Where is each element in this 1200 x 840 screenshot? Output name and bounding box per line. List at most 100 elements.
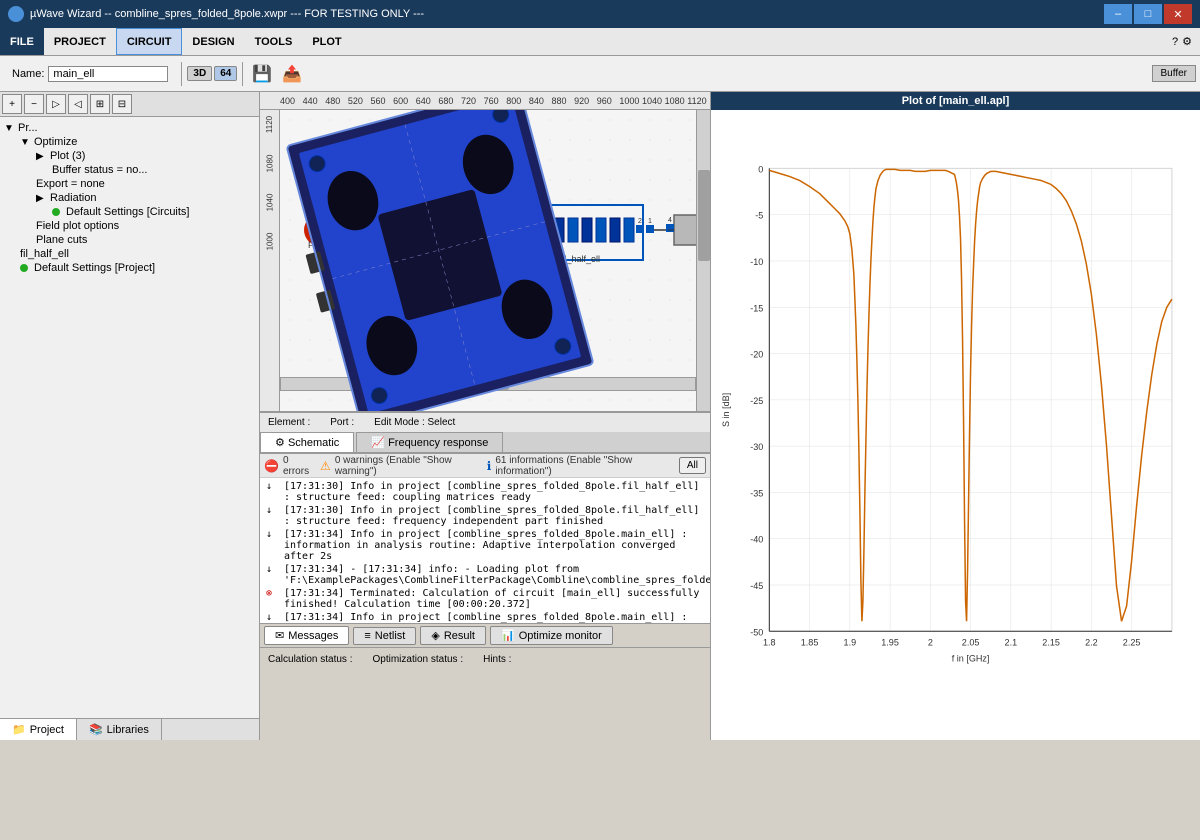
name-input[interactable] [48, 66, 168, 82]
log-line-2: ↓ [17:31:30] Info in project [combline_s… [264, 504, 706, 528]
mode-status: Edit Mode : Select [374, 417, 455, 428]
menu-design[interactable]: DESIGN [182, 28, 244, 55]
libraries-tab-icon: 📚 [89, 723, 103, 736]
export-icon[interactable]: 📤 [278, 64, 306, 84]
btn-3d[interactable]: 3D [187, 66, 212, 81]
tab-bar: ⚙ Schematic 📈 Frequency response [260, 432, 710, 453]
tree-item-radiation[interactable]: ▶ Radiation [4, 191, 255, 205]
tree-item-plot[interactable]: ▶ Plot (3) [4, 149, 255, 163]
minimize-button[interactable]: – [1104, 4, 1132, 24]
schematic-area: 400 440 480 520 560 600 640 680 720 760 … [260, 92, 710, 412]
bottom-tab-netlist[interactable]: ≡ Netlist [353, 627, 416, 645]
left-sidebar: + − ▷ ◁ ⊞ ⊟ ▼ Pr... ▼ Optimize ▶ Plot (3… [0, 92, 260, 740]
tree-expand-radiation[interactable]: ▶ [36, 193, 48, 204]
log-text-3: [17:31:34] Info in project [combline_spr… [284, 529, 704, 562]
ruler-1080: 1080 [665, 96, 688, 106]
menu-file[interactable]: FILE [0, 28, 44, 55]
log-icon-6: ↓ [266, 612, 280, 623]
schematic-canvas[interactable]: Port 1 1 1 1 wg0 [280, 110, 710, 412]
tree-item-optimize[interactable]: ▼ Optimize [4, 135, 255, 149]
resonator-4 [624, 218, 634, 242]
schematic-tab-icon: ⚙ [275, 437, 285, 449]
tree-expand-plot[interactable]: ▶ [36, 151, 48, 162]
menu-bar: FILE PROJECT CIRCUIT DESIGN TOOLS PLOT ?… [0, 28, 1200, 56]
tree-item-planecuts[interactable]: Plane cuts [4, 233, 255, 247]
tree-item-fil[interactable]: fil_half_ell [4, 247, 255, 261]
svg-text:1.85: 1.85 [801, 637, 819, 647]
ruler-760: 760 [484, 96, 507, 106]
settings-icon[interactable]: ⚙ [1182, 35, 1192, 48]
tree-expand-root[interactable]: ▼ [4, 123, 16, 134]
maximize-button[interactable]: □ [1134, 4, 1162, 24]
sidebar-tabs: 📁 Project 📚 Libraries [0, 718, 259, 740]
tree-item-fieldplot[interactable]: Field plot options [4, 219, 255, 233]
ruler-600: 600 [393, 96, 416, 106]
sidebar-btn-2[interactable]: − [24, 94, 44, 114]
plot-area: 0 -5 -10 -15 -20 -25 -30 -35 -40 -45 -50… [711, 110, 1200, 740]
svg-text:-5: -5 [755, 211, 763, 221]
tree-expand-optimize[interactable]: ▼ [20, 137, 32, 148]
log-toolbar: ⛔ 0 errors ⚠ 0 warnings (Enable "Show wa… [260, 454, 710, 478]
wg0-box[interactable] [390, 215, 460, 245]
error-count: 0 errors [283, 455, 312, 477]
help-icon[interactable]: ? [1172, 36, 1178, 48]
menu-plot[interactable]: PLOT [302, 28, 351, 55]
sidebar-btn-5[interactable]: ⊞ [90, 94, 110, 114]
ruler-440: 440 [303, 96, 326, 106]
log-line-1: ↓ [17:31:30] Info in project [combline_s… [264, 480, 706, 504]
tree-item-export[interactable]: Export = none [4, 177, 255, 191]
log-area: ⛔ 0 errors ⚠ 0 warnings (Enable "Show wa… [260, 453, 710, 623]
svg-text:2.25: 2.25 [1123, 637, 1141, 647]
ruler-680: 680 [438, 96, 461, 106]
tree-label-default-circuits: Default Settings [Circuits] [66, 206, 190, 218]
sidebar-btn-4[interactable]: ◁ [68, 94, 88, 114]
tab-frequency[interactable]: 📈 Frequency response [356, 432, 503, 452]
sidebar-btn-6[interactable]: ⊟ [112, 94, 132, 114]
svg-text:-35: -35 [750, 488, 763, 498]
menu-circuit[interactable]: CIRCUIT [116, 28, 183, 55]
sidebar-btn-3[interactable]: ▷ [46, 94, 66, 114]
menu-tools[interactable]: TOOLS [245, 28, 303, 55]
tree-label-planecuts: Plane cuts [36, 234, 87, 246]
info-icon: ℹ [487, 459, 492, 473]
ruler-left-1120: 1120 [265, 116, 274, 133]
tab-schematic[interactable]: ⚙ Schematic [260, 432, 354, 452]
scrollbar-thumb[interactable] [698, 170, 710, 261]
bottom-tab-optimize[interactable]: 📊 Optimize monitor [490, 626, 613, 645]
svg-text:1: 1 [472, 217, 476, 224]
all-button[interactable]: All [679, 457, 706, 474]
svg-text:3: 3 [384, 217, 388, 224]
menu-project[interactable]: PROJECT [44, 28, 116, 55]
bottom-tab-result[interactable]: ◈ Result [420, 626, 486, 645]
buffer-button[interactable]: Buffer [1152, 65, 1197, 82]
sidebar-tab-libraries[interactable]: 📚 Libraries [77, 719, 162, 740]
tree-item-default-project[interactable]: Default Settings [Project] [4, 261, 255, 275]
sidebar-btn-1[interactable]: + [2, 94, 22, 114]
bottom-tab-messages[interactable]: ✉ Messages [264, 626, 349, 645]
scrollbar-horizontal-schematic[interactable] [280, 377, 696, 391]
scrollbar-h-thumb[interactable] [385, 378, 509, 390]
close-button[interactable]: ✕ [1164, 4, 1192, 24]
element-status: Element : [268, 417, 310, 428]
scrollbar-vertical-schematic[interactable] [696, 110, 710, 412]
optim-status: Optimization status : [373, 654, 464, 665]
ruler-480: 480 [325, 96, 348, 106]
tree-label-default-project: Default Settings [Project] [34, 262, 155, 274]
svg-text:-30: -30 [750, 442, 763, 452]
tree-item-default-circuits[interactable]: Default Settings [Circuits] [4, 205, 255, 219]
log-text-2: [17:31:30] Info in project [combline_spr… [284, 505, 704, 527]
tree-item-root[interactable]: ▼ Pr... [4, 121, 255, 135]
tree-label-radiation: Radiation [50, 192, 96, 204]
save-icon[interactable]: 💾 [248, 64, 276, 84]
libraries-tab-label: Libraries [107, 724, 149, 736]
window-controls: – □ ✕ [1104, 4, 1192, 24]
ruler-800: 800 [506, 96, 529, 106]
svg-text:2.15: 2.15 [1042, 637, 1060, 647]
tree-item-buffer[interactable]: Buffer status = no... [4, 163, 255, 177]
tree-label-fil: fil_half_ell [20, 248, 69, 260]
sidebar-tab-project[interactable]: 📁 Project [0, 719, 77, 740]
ruler-1120: 1120 [687, 96, 710, 106]
toolbar: Name: 3D 64 💾 📤 Buffer [0, 56, 1200, 92]
ruler-560: 560 [371, 96, 394, 106]
btn-64[interactable]: 64 [214, 66, 237, 81]
